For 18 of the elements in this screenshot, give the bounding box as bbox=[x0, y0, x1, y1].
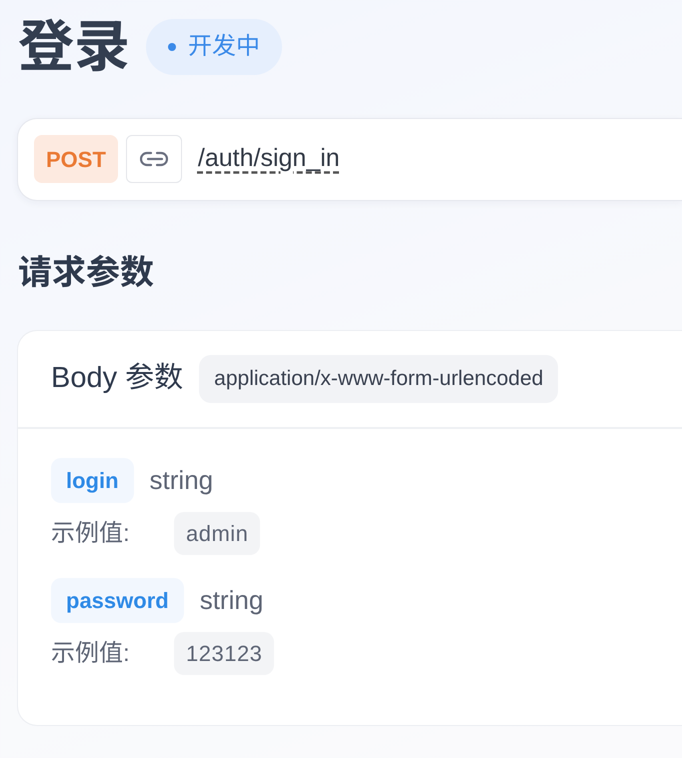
example-label: 示例值: bbox=[51, 638, 131, 669]
param-name: login bbox=[51, 458, 134, 504]
param-type: string bbox=[150, 464, 214, 498]
body-title: Body 参数 bbox=[51, 361, 184, 396]
content-type-tag: application/x-www-form-urlencoded bbox=[199, 355, 558, 403]
endpoint-path[interactable]: /auth/sign_in bbox=[198, 140, 340, 178]
page-title: 登录 bbox=[18, 16, 130, 78]
example-label: 示例值: bbox=[51, 518, 131, 549]
copy-link-button[interactable] bbox=[126, 135, 182, 184]
method-badge: POST bbox=[34, 135, 118, 184]
status-dot bbox=[168, 42, 176, 51]
param-name: password bbox=[51, 578, 184, 624]
section-heading: 请求参数 bbox=[18, 254, 155, 292]
status-label: 开发中 bbox=[188, 32, 260, 62]
example-value: 123123 bbox=[174, 632, 274, 676]
param-type: string bbox=[200, 584, 264, 618]
link-icon bbox=[140, 151, 168, 168]
example-value: admin bbox=[174, 512, 260, 556]
